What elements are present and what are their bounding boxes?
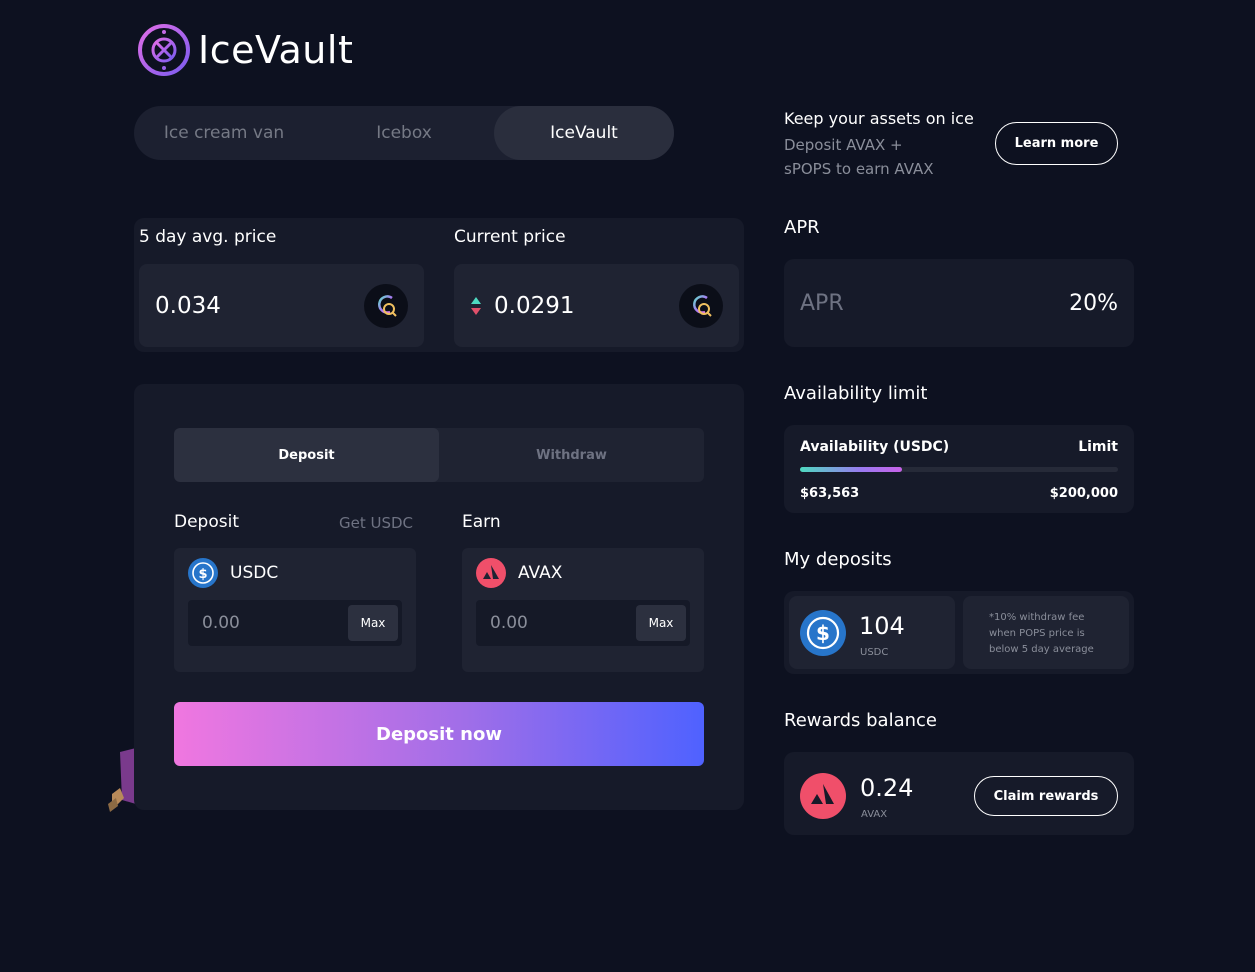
tab-withdraw[interactable]: Withdraw: [439, 428, 704, 482]
promo-title: Keep your assets on ice: [784, 109, 974, 128]
fee-note-line1: *10% withdraw fee: [989, 612, 1085, 623]
price-arrows-icon: [471, 296, 481, 315]
avg-price-box: 0.034: [139, 264, 424, 347]
earn-max-button[interactable]: Max: [636, 605, 686, 641]
tab-ice-cream-van[interactable]: Ice cream van: [134, 106, 314, 160]
availability-progress-bar: [800, 467, 1118, 472]
apr-value: 20%: [1069, 290, 1118, 316]
rewards-card: 0.24 AVAX Claim rewards: [784, 752, 1134, 835]
get-usdc-link[interactable]: Get USDC: [339, 514, 413, 532]
fee-note-line3: below 5 day average: [989, 644, 1094, 655]
earn-asset-card: AVAX Max: [462, 548, 704, 672]
promo-subtitle-line1: Deposit AVAX +: [784, 136, 903, 154]
usdc-icon: $: [800, 610, 846, 656]
fee-note-line2: when POPS price is: [989, 628, 1085, 639]
availability-heading: Availability limit: [784, 383, 928, 404]
avax-icon: [800, 773, 846, 819]
apr-label: APR: [800, 290, 844, 316]
deposit-section-label: Deposit: [174, 512, 239, 532]
current-price-label: Current price: [454, 227, 566, 247]
deposit-amount-input[interactable]: [202, 613, 342, 633]
deposit-amount-box: Max: [188, 600, 402, 646]
my-deposits-card: $ 104 USDC *10% withdraw fee when POPS p…: [784, 591, 1134, 674]
availability-limit-label: Limit: [1078, 439, 1118, 455]
earn-asset-name: AVAX: [518, 563, 563, 583]
earn-amount-box: Max: [476, 600, 690, 646]
availability-card: Availability (USDC) Limit $63,563 $200,0…: [784, 425, 1134, 513]
current-price-value: 0.0291: [494, 292, 575, 319]
learn-more-button[interactable]: Learn more: [995, 122, 1118, 165]
rewards-heading: Rewards balance: [784, 710, 937, 731]
pops-coin-icon[interactable]: [679, 283, 723, 328]
app-logo[interactable]: IceVault: [134, 22, 353, 78]
apr-card: APR 20%: [784, 259, 1134, 347]
claim-rewards-button[interactable]: Claim rewards: [974, 776, 1118, 816]
rewards-unit: AVAX: [861, 809, 888, 820]
my-deposits-heading: My deposits: [784, 549, 892, 570]
top-tabs: Ice cream van Icebox IceVault: [134, 106, 674, 160]
svg-text:$: $: [816, 621, 830, 645]
promo-subtitle-line2: sPOPS to earn AVAX: [784, 160, 934, 178]
deposit-withdraw-tabs: Deposit Withdraw: [174, 428, 704, 482]
logo-mark-icon: [136, 24, 190, 76]
pops-coin-icon[interactable]: [364, 283, 408, 328]
deposit-unit: USDC: [860, 647, 889, 658]
deposit-balance-box: $ 104 USDC: [789, 596, 955, 669]
availability-current: $63,563: [800, 486, 860, 501]
apr-heading: APR: [784, 217, 820, 238]
deposit-asset-card: $ USDC Max: [174, 548, 416, 672]
avax-icon: [476, 558, 506, 588]
avg-price-value: 0.034: [155, 292, 221, 319]
rewards-amount: 0.24: [860, 774, 914, 802]
availability-limit: $200,000: [1049, 486, 1118, 501]
deposit-amount: 104: [859, 612, 905, 640]
avg-price-label: 5 day avg. price: [139, 227, 277, 247]
app-name: IceVault: [198, 28, 354, 72]
earn-amount-input[interactable]: [490, 613, 630, 633]
svg-text:$: $: [198, 567, 207, 582]
current-price-box: 0.0291: [454, 264, 739, 347]
price-panel: 5 day avg. price 0.034 Current price 0.0…: [134, 218, 744, 352]
tab-icebox[interactable]: Icebox: [314, 106, 494, 160]
tab-icevault[interactable]: IceVault: [494, 106, 674, 160]
deposit-asset-name: USDC: [230, 563, 279, 583]
tab-deposit[interactable]: Deposit: [174, 428, 439, 482]
availability-label: Availability (USDC): [800, 439, 950, 455]
withdraw-fee-note: *10% withdraw fee when POPS price is bel…: [963, 596, 1129, 669]
usdc-icon: $: [188, 558, 218, 588]
availability-progress-fill: [800, 467, 902, 472]
deposit-panel: Deposit Withdraw Deposit Get USDC Earn $…: [134, 384, 744, 810]
deposit-now-button[interactable]: Deposit now: [174, 702, 704, 766]
deposit-max-button[interactable]: Max: [348, 605, 398, 641]
earn-section-label: Earn: [462, 512, 501, 532]
